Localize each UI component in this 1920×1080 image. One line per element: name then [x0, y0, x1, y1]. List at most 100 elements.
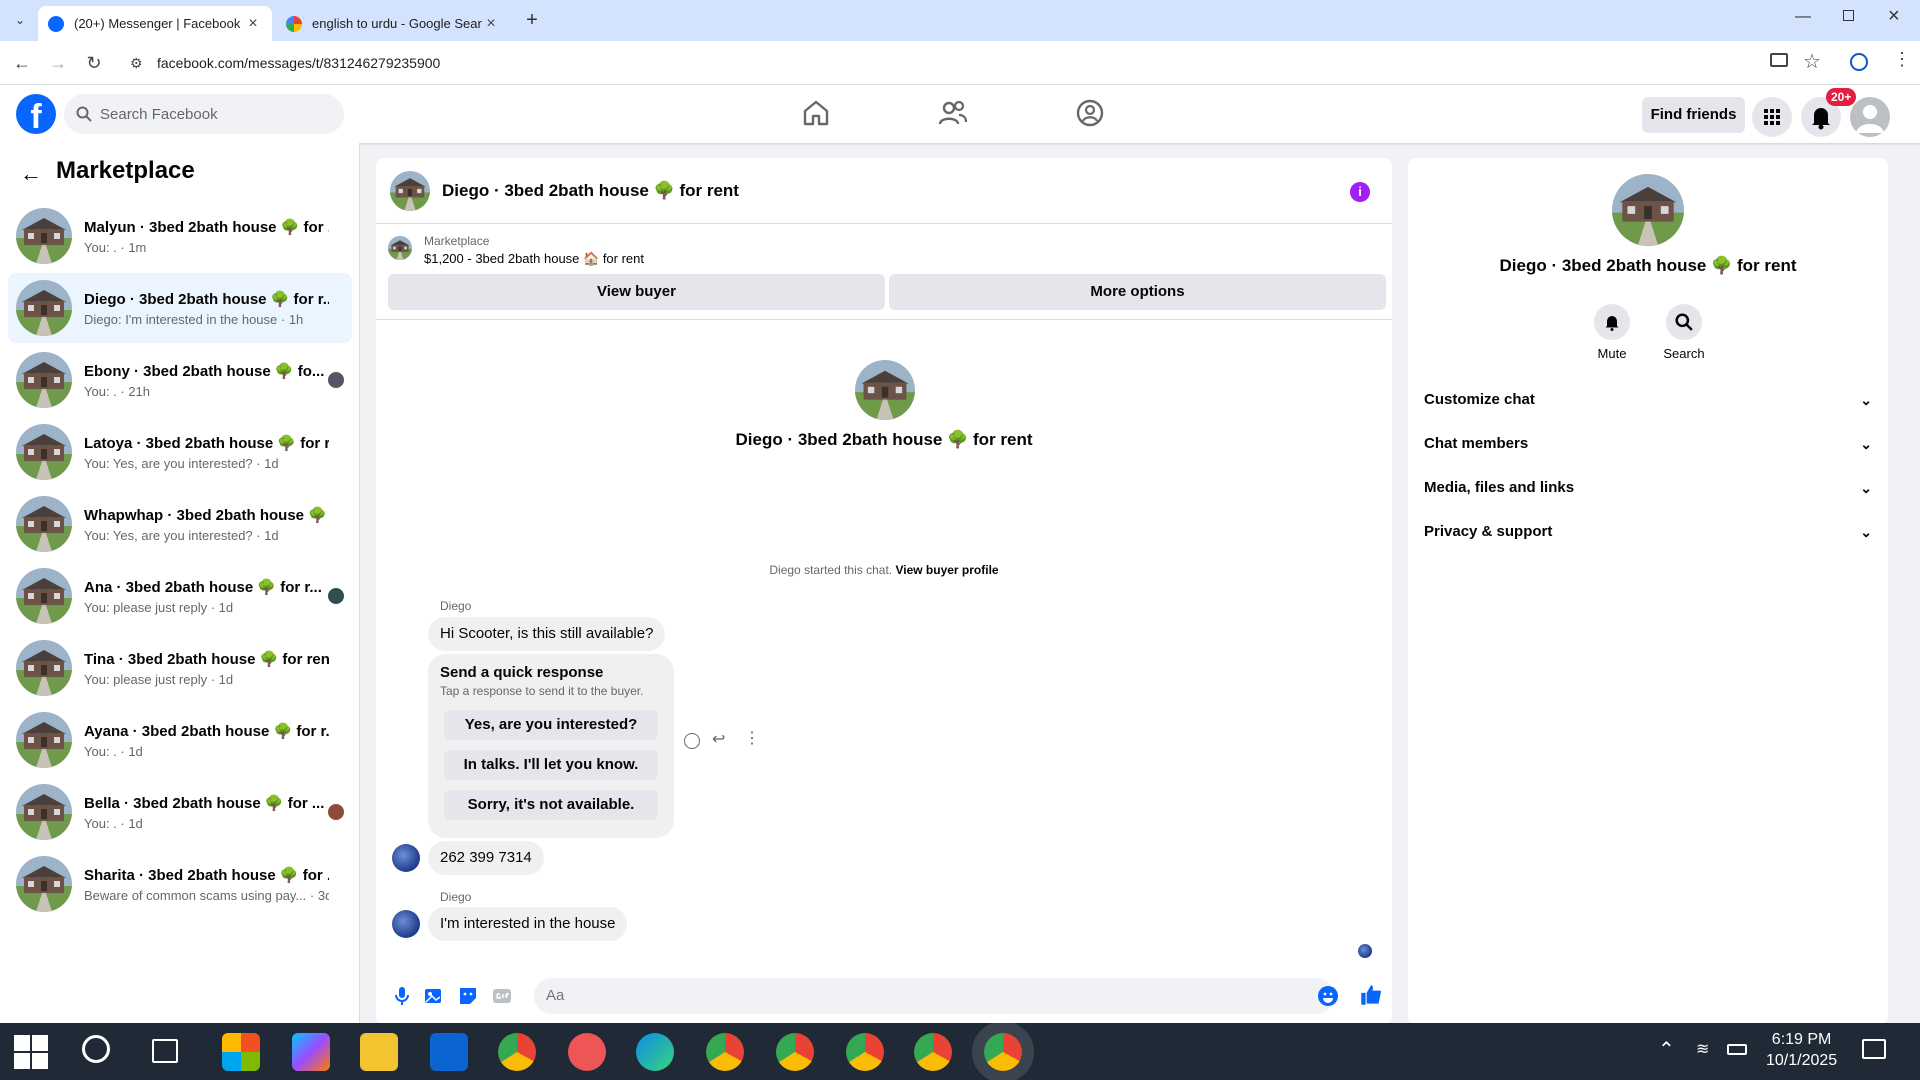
- like-thumb-icon[interactable]: [1358, 982, 1384, 1008]
- conversation-avatar: [16, 208, 72, 264]
- conversation-item[interactable]: Diego · 3bed 2bath house 🌳 for r... Diego…: [8, 273, 352, 343]
- conversation-item[interactable]: Ana · 3bed 2bath house 🌳 for r... You: pl…: [8, 561, 352, 631]
- quick-response-option[interactable]: In talks. I'll let you know.: [444, 750, 658, 780]
- view-buyer-profile-link[interactable]: View buyer profile: [895, 563, 998, 577]
- conversation-item[interactable]: Whapwhap · 3bed 2bath house 🌳 ... You: Ye…: [8, 489, 352, 559]
- conversation-item[interactable]: Bella · 3bed 2bath house 🌳 for ... You: .…: [8, 777, 352, 847]
- close-tab-icon[interactable]: ×: [482, 15, 500, 33]
- conversation-item[interactable]: Sharita · 3bed 2bath house 🌳 for ... Bewa…: [8, 849, 352, 919]
- quick-response-option[interactable]: Sorry, it's not available.: [444, 790, 658, 820]
- sender-avatar[interactable]: [392, 910, 420, 938]
- message-bubble[interactable]: 262 399 7314: [428, 841, 544, 875]
- more-actions-icon[interactable]: ⋮: [744, 728, 760, 748]
- address-bar[interactable]: ⚙ facebook.com/messages/t/83124627923590…: [122, 47, 1822, 79]
- facebook-logo-icon[interactable]: f: [16, 94, 56, 136]
- chrome-profile-icon[interactable]: [914, 1033, 952, 1071]
- bookmark-star-icon[interactable]: ☆: [1803, 49, 1821, 74]
- menu-grid-button[interactable]: [1752, 97, 1792, 137]
- tab-google-search[interactable]: english to urdu - Google Search ×: [276, 6, 510, 41]
- chrome-profile-icon[interactable]: [846, 1033, 884, 1071]
- search-in-chat-button[interactable]: Search: [1654, 304, 1714, 361]
- view-buyer-button[interactable]: View buyer: [388, 274, 885, 310]
- windows-start-icon[interactable]: [14, 1035, 48, 1069]
- more-options-button[interactable]: More options: [889, 274, 1386, 310]
- house-photo-icon: [16, 496, 72, 552]
- install-app-icon[interactable]: [1770, 53, 1788, 67]
- snipping-tool-icon[interactable]: [568, 1033, 606, 1071]
- react-emoji-icon[interactable]: [684, 733, 700, 749]
- photo-icon[interactable]: [422, 984, 446, 1008]
- conversation-name: Sharita · 3bed 2bath house 🌳 for ...: [84, 866, 329, 884]
- windows-taskbar: ⌃ ≋ 6:19 PM 10/1/2025: [0, 1023, 1920, 1080]
- conversation-item[interactable]: Ayana · 3bed 2bath house 🌳 for r... You: …: [8, 705, 352, 775]
- emoji-icon[interactable]: [1316, 984, 1340, 1008]
- copilot-icon[interactable]: [292, 1033, 330, 1071]
- task-view-icon[interactable]: [152, 1039, 178, 1063]
- close-window-button[interactable]: ×: [1888, 5, 1900, 28]
- house-photo-icon: [390, 170, 430, 211]
- back-icon[interactable]: ←: [12, 53, 32, 73]
- facebook-favicon-icon: [48, 15, 64, 32]
- gif-icon[interactable]: [490, 984, 514, 1008]
- conversation-preview: You: Yes, are you interested? · 1d: [84, 455, 279, 471]
- customize-chat-section[interactable]: Customize chat ⌄: [1424, 380, 1872, 420]
- file-explorer-icon[interactable]: [360, 1033, 398, 1071]
- wifi-icon[interactable]: ≋: [1696, 1039, 1709, 1059]
- message-bubble[interactable]: I'm interested in the house: [428, 907, 628, 941]
- message-input[interactable]: [534, 978, 1334, 1014]
- chrome-icon[interactable]: [498, 1033, 536, 1071]
- sender-avatar[interactable]: [392, 844, 420, 872]
- chat-members-section[interactable]: Chat members ⌄: [1424, 424, 1872, 464]
- site-info-icon[interactable]: ⚙: [130, 55, 143, 72]
- profile-icon[interactable]: [1850, 53, 1868, 71]
- listing-price[interactable]: $1,200 - 3bed 2bath house 🏠 for rent: [424, 251, 644, 267]
- chat-details-panel: Diego · 3bed 2bath house 🌳 for rent Mute…: [1408, 158, 1888, 1024]
- minimize-button[interactable]: —: [1795, 8, 1811, 26]
- chrome-profile-icon[interactable]: [776, 1033, 814, 1071]
- edge-icon[interactable]: [636, 1033, 674, 1071]
- conversation-item[interactable]: Malyun · 3bed 2bath house 🌳 for ... You: …: [8, 201, 352, 271]
- message-composer: [376, 976, 1392, 1016]
- reply-icon[interactable]: ↩: [712, 729, 725, 749]
- store-icon[interactable]: [222, 1033, 260, 1071]
- back-arrow-icon[interactable]: ←: [20, 161, 42, 187]
- new-tab-button[interactable]: +: [520, 8, 544, 32]
- system-clock[interactable]: 6:19 PM 10/1/2025: [1766, 1029, 1837, 1071]
- chat-title[interactable]: Diego · 3bed 2bath house 🌳 for rent: [442, 181, 739, 201]
- quick-response-option[interactable]: Yes, are you interested?: [444, 710, 658, 740]
- search-icon[interactable]: [82, 1035, 110, 1063]
- home-icon[interactable]: [800, 97, 832, 129]
- find-friends-button[interactable]: Find friends: [1642, 97, 1745, 133]
- menu-icon[interactable]: ⋮: [1893, 49, 1911, 70]
- chevron-up-icon[interactable]: ⌃: [1658, 1037, 1675, 1062]
- notification-center-icon[interactable]: [1862, 1039, 1886, 1059]
- forward-icon[interactable]: →: [48, 53, 68, 73]
- conversation-item[interactable]: Ebony · 3bed 2bath house 🌳 fo... You: . ·…: [8, 345, 352, 415]
- chrome-active-icon[interactable]: [984, 1033, 1022, 1071]
- tab-messenger[interactable]: (20+) Messenger | Facebook ×: [38, 6, 272, 41]
- conversation-text: Ayana · 3bed 2bath house 🌳 for r... You: …: [84, 722, 329, 759]
- close-tab-icon[interactable]: ×: [244, 15, 262, 33]
- message-bubble[interactable]: Hi Scooter, is this still available?: [428, 617, 666, 651]
- friends-icon[interactable]: [937, 97, 969, 129]
- outlook-icon[interactable]: [430, 1033, 468, 1071]
- groups-icon[interactable]: [1074, 97, 1106, 129]
- facebook-search-input[interactable]: Search Facebook: [64, 94, 344, 134]
- tab-list-button[interactable]: ⌄: [10, 10, 30, 30]
- chat-avatar[interactable]: [390, 170, 430, 211]
- account-avatar[interactable]: [1850, 97, 1890, 137]
- battery-icon[interactable]: [1727, 1044, 1747, 1055]
- conversation-item[interactable]: Tina · 3bed 2bath house 🌳 for rent You: p…: [8, 633, 352, 703]
- sticker-icon[interactable]: [456, 984, 480, 1008]
- media-files-links-section[interactable]: Media, files and links ⌄: [1424, 468, 1872, 508]
- reload-icon[interactable]: ↻: [84, 53, 104, 73]
- conversation-item[interactable]: Latoya · 3bed 2bath house 🌳 for r... You:…: [8, 417, 352, 487]
- mute-button[interactable]: Mute: [1582, 304, 1642, 361]
- info-icon[interactable]: i: [1350, 182, 1370, 202]
- restore-button[interactable]: [1843, 10, 1854, 21]
- privacy-support-section[interactable]: Privacy & support ⌄: [1424, 512, 1872, 552]
- chrome-profile-icon[interactable]: [706, 1033, 744, 1071]
- contact-avatar[interactable]: [1612, 174, 1684, 246]
- sender-label: Diego: [440, 890, 472, 904]
- microphone-icon[interactable]: [390, 984, 414, 1008]
